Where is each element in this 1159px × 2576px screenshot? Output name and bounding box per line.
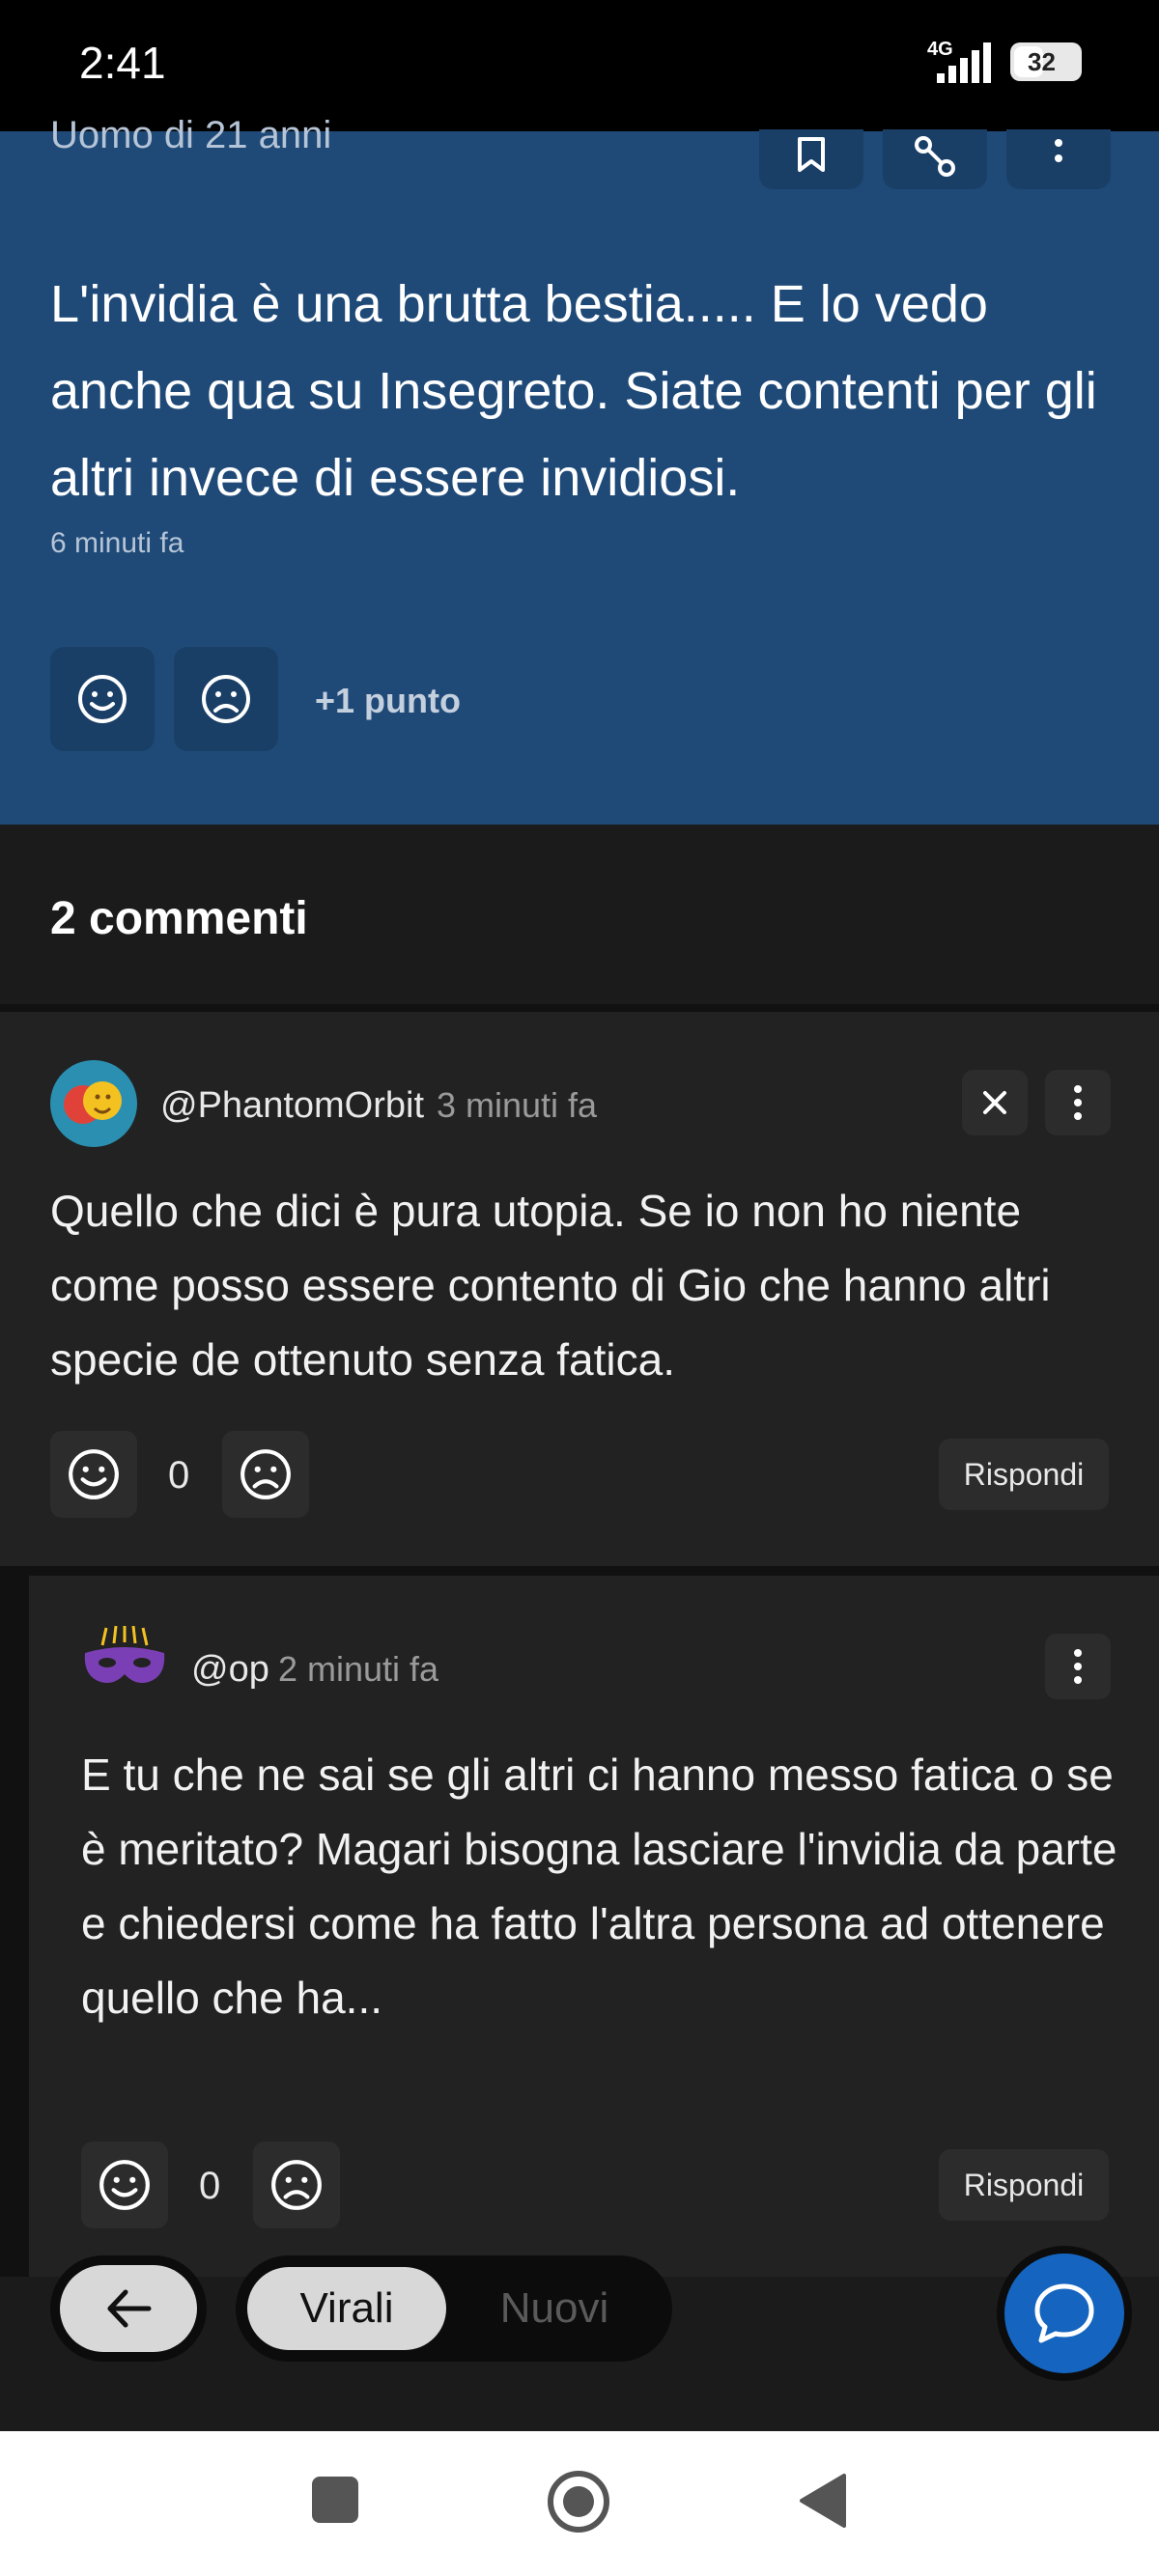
comment-author[interactable]: @op <box>191 1649 269 1691</box>
frown-icon <box>271 2160 322 2210</box>
sort-tabs: Virali Nuovi <box>236 2255 672 2362</box>
frown-icon <box>202 675 250 723</box>
comment-downvote-button[interactable] <box>222 1431 309 1518</box>
post-time: 6 minuti fa <box>50 527 184 559</box>
comment-score: 0 <box>199 2165 221 2207</box>
status-time: 2:41 <box>79 38 166 88</box>
home-icon[interactable] <box>547 2470 610 2534</box>
comment-more-button[interactable] <box>1045 1634 1111 1699</box>
thread-line <box>0 1576 29 2277</box>
close-icon <box>983 1091 1006 1114</box>
tab-virali[interactable]: Virali <box>247 2267 446 2350</box>
new-comment-button[interactable] <box>997 2246 1132 2381</box>
post-points: +1 punto <box>315 681 461 720</box>
smile-icon <box>99 2160 150 2210</box>
divider <box>0 1566 1159 1576</box>
comment-time: 3 minuti fa <box>437 1085 598 1125</box>
upvote-button[interactable] <box>50 647 155 751</box>
comment-time: 2 minuti fa <box>278 1649 439 1689</box>
tab-nuovi[interactable]: Nuovi <box>458 2267 651 2350</box>
more-vertical-icon <box>1055 139 1062 162</box>
post-text: L'invidia è una brutta bestia..... E lo … <box>50 275 1097 507</box>
comment-upvote-button[interactable] <box>50 1431 137 1518</box>
share-icon <box>915 136 955 177</box>
battery-level: 32 <box>1028 47 1056 76</box>
dismiss-comment-button[interactable] <box>962 1070 1028 1135</box>
more-vertical-icon <box>1074 1085 1082 1120</box>
divider <box>0 1004 1159 1012</box>
back-button[interactable] <box>50 2255 207 2362</box>
recents-icon[interactable] <box>309 2474 361 2526</box>
comments-count-title: 2 commenti <box>50 893 308 944</box>
back-nav-icon[interactable] <box>798 2472 848 2530</box>
battery-icon: 32 <box>1010 42 1082 81</box>
mask-avatar[interactable] <box>81 1626 168 1695</box>
arrow-left-icon <box>107 2289 152 2328</box>
downvote-button[interactable] <box>174 647 278 751</box>
smile-icon <box>69 1449 119 1499</box>
post-author: Uomo di 21 anni <box>50 114 332 156</box>
bookmark-button[interactable] <box>759 129 863 189</box>
reply-button[interactable]: Rispondi <box>939 1439 1109 1510</box>
comment-score: 0 <box>168 1454 190 1497</box>
more-options-button[interactable] <box>1006 129 1111 189</box>
comment-text: Quello che dici è pura utopia. Se io non… <box>50 1186 1051 1385</box>
more-vertical-icon <box>1074 1649 1082 1684</box>
reply-button[interactable]: Rispondi <box>939 2149 1109 2221</box>
comment-upvote-button[interactable] <box>81 2142 168 2228</box>
chat-bubble-icon <box>1034 2283 1094 2343</box>
comment-more-button[interactable] <box>1045 1070 1111 1135</box>
comment-text: E tu che ne sai se gli altri ci hanno me… <box>81 1750 1117 2023</box>
bookmark-icon <box>798 137 825 172</box>
system-navigation-bar <box>0 2431 1159 2576</box>
comment-author[interactable]: @PhantomOrbit <box>160 1085 424 1127</box>
smile-icon <box>78 675 127 723</box>
frown-icon <box>240 1449 291 1499</box>
share-button[interactable] <box>883 129 987 189</box>
signal-icon <box>937 42 991 83</box>
comment-downvote-button[interactable] <box>253 2142 340 2228</box>
avatar[interactable] <box>50 1060 137 1147</box>
